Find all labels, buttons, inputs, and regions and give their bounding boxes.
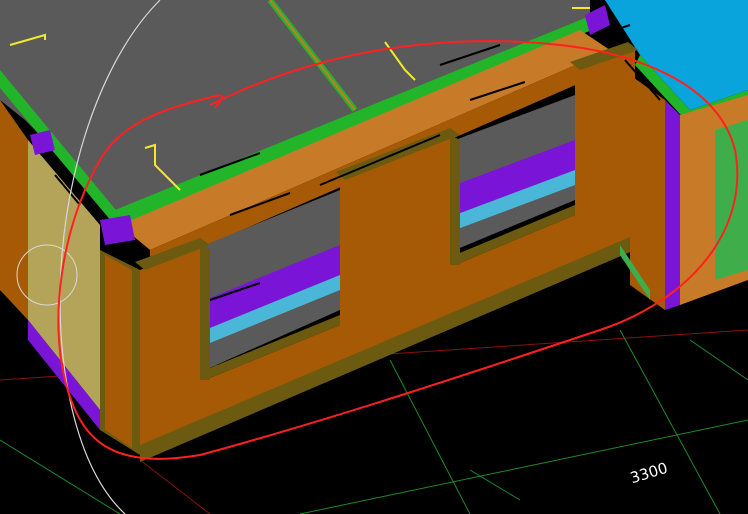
cad-3d-viewport[interactable]: 3300 bbox=[0, 0, 748, 514]
model-scene[interactable] bbox=[0, 0, 748, 514]
